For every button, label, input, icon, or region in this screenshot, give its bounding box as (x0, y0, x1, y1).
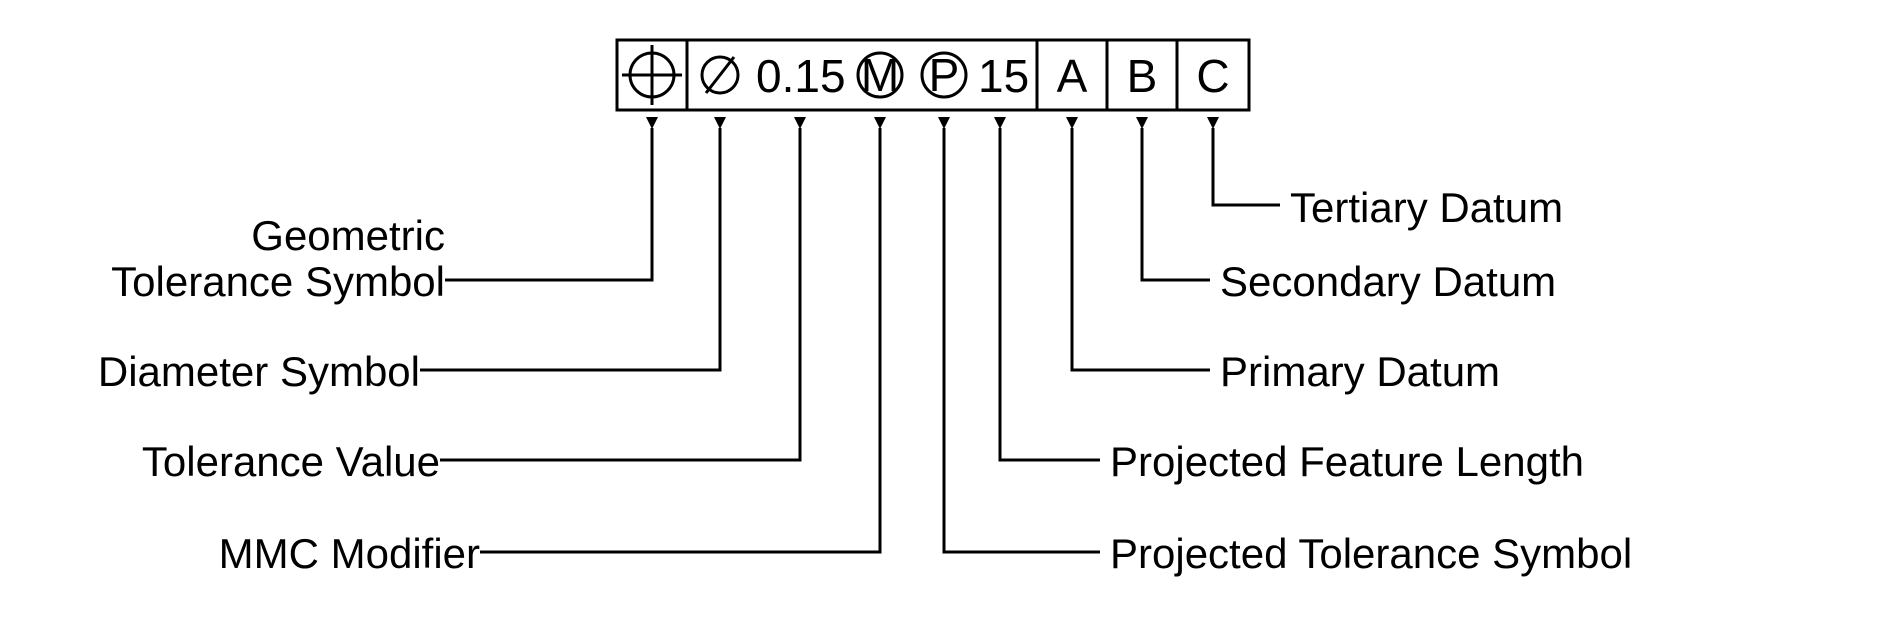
label-mmc-modifier: MMC Modifier (219, 530, 480, 577)
label-tertiary-datum: Tertiary Datum (1290, 184, 1563, 231)
projected-tolerance-icon: P (922, 49, 966, 101)
position-symbol-icon (622, 45, 682, 105)
label-primary-datum: Primary Datum (1220, 348, 1500, 395)
label-geometric-tolerance-symbol-2: Tolerance Symbol (111, 258, 445, 305)
tolerance-value: 0.15 (756, 50, 846, 102)
svg-text:P: P (929, 49, 960, 101)
projected-length: 15 (978, 50, 1029, 102)
svg-text:M: M (861, 49, 899, 101)
mmc-modifier-icon: M (858, 49, 902, 101)
primary-datum: A (1057, 50, 1088, 102)
label-secondary-datum: Secondary Datum (1220, 258, 1556, 305)
label-projected-tolerance-symbol: Projected Tolerance Symbol (1110, 530, 1632, 577)
leader-lines (420, 128, 1280, 552)
label-tolerance-value: Tolerance Value (142, 438, 440, 485)
secondary-datum: B (1127, 50, 1158, 102)
tertiary-datum: C (1196, 50, 1229, 102)
label-projected-feature-length: Projected Feature Length (1110, 438, 1584, 485)
diameter-symbol-icon (702, 57, 738, 93)
label-diameter-symbol: Diameter Symbol (98, 348, 420, 395)
label-geometric-tolerance-symbol-1: Geometric (251, 212, 445, 259)
